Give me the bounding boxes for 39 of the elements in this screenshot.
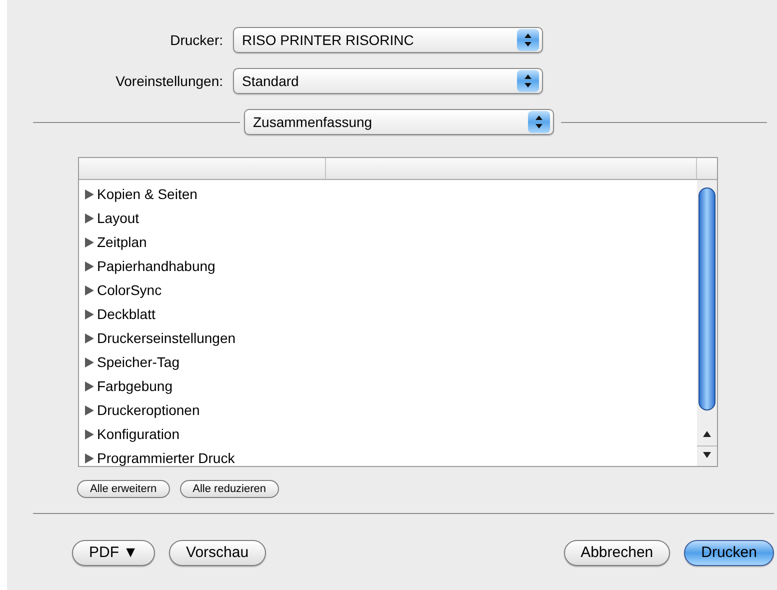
outline-item[interactable]: Farbgebung [97, 376, 173, 396]
dialog-button[interactable]: Vorschau [169, 540, 266, 566]
outline-item[interactable]: Druckerseinstellungen [97, 328, 236, 348]
scrollbar-drawing[interactable] [697, 180, 717, 466]
disclosure-triangle-icon[interactable] [84, 380, 95, 392]
disclosure-triangle-icon[interactable] [84, 212, 95, 224]
disclosure-triangle-icon[interactable] [84, 404, 95, 416]
outline-item[interactable]: Kopien & Seiten [97, 184, 198, 204]
dialog-button[interactable]: Drucken [684, 540, 774, 566]
disclosure-triangle-icon[interactable] [84, 308, 95, 320]
disclosure-triangle-icon[interactable] [84, 332, 95, 344]
panel-popup-menu[interactable]: Zusammenfassung [244, 109, 554, 135]
outline-item[interactable]: Deckblatt [97, 304, 156, 324]
outline-item[interactable]: Druckeroptionen [97, 400, 200, 420]
disclosure-triangle-icon[interactable] [84, 188, 95, 200]
disclosure-triangle-icon[interactable] [84, 284, 95, 296]
outline-item[interactable]: Konfiguration [97, 424, 180, 444]
disclosure-triangle-icon[interactable] [84, 236, 95, 248]
field-label: Voreinstellungen: [114, 72, 224, 91]
stepper-icon [517, 29, 539, 51]
outline-item[interactable]: Papierhandhabung [97, 256, 216, 276]
disclosure-triangle-icon[interactable] [84, 428, 95, 440]
outline-item[interactable]: ColorSync [97, 280, 162, 300]
outline-item[interactable]: Zeitplan [97, 232, 147, 252]
dialog-button[interactable]: PDF ▼ [72, 540, 156, 566]
field-label: Drucker: [169, 30, 224, 50]
popup-menu[interactable]: RISO PRINTER RISORINC [233, 27, 543, 53]
disclosure-triangle-icon[interactable] [84, 356, 95, 368]
disclosure-triangle-icon[interactable] [84, 260, 95, 272]
stepper-icon [517, 70, 539, 92]
outline-item[interactable]: Layout [97, 208, 140, 228]
small-button[interactable]: Alle reduzieren [180, 480, 280, 498]
outline-item[interactable]: Speicher-Tag [97, 352, 180, 372]
outline-item[interactable]: Programmierter Druck [97, 448, 235, 466]
stepper-icon [528, 111, 550, 133]
popup-menu[interactable]: Standard [233, 68, 543, 94]
dialog-button[interactable]: Abbrechen [564, 540, 670, 566]
disclosure-triangle-icon[interactable] [84, 452, 95, 464]
small-button[interactable]: Alle erweitern [77, 480, 170, 498]
